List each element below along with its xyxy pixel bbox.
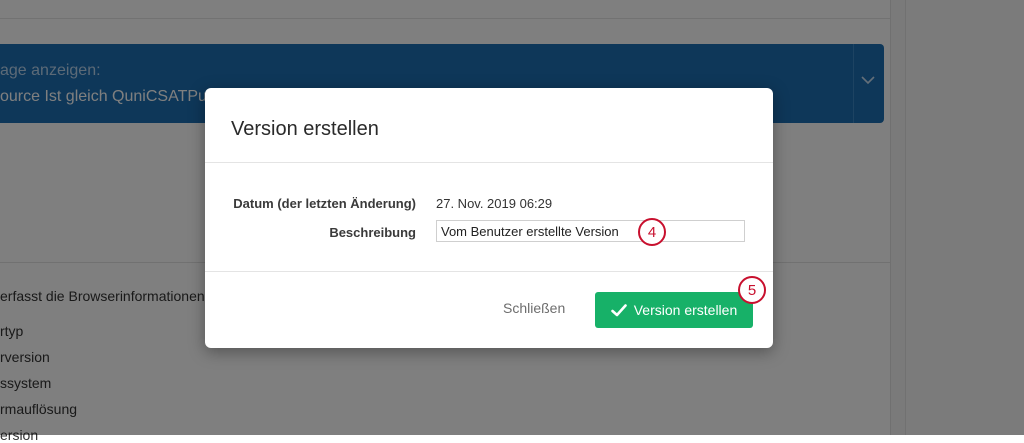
close-button[interactable]: Schließen — [503, 300, 565, 316]
create-version-label: Version erstellen — [633, 302, 738, 318]
description-label: Beschreibung — [329, 225, 416, 240]
create-version-dialog: Version erstellen Datum (der letzten Änd… — [205, 88, 773, 348]
checkmark-icon — [610, 303, 627, 317]
dialog-header-divider — [205, 162, 773, 163]
date-value: 27. Nov. 2019 06:29 — [436, 196, 553, 211]
step-badge-5: 5 — [738, 276, 766, 304]
step-badge-4: 4 — [638, 218, 666, 246]
dialog-footer-divider — [205, 271, 773, 272]
dialog-title: Version erstellen — [231, 118, 379, 140]
description-input[interactable] — [436, 220, 745, 242]
create-version-button[interactable]: Version erstellen — [595, 292, 753, 328]
date-label: Datum (der letzten Änderung) — [233, 196, 416, 211]
